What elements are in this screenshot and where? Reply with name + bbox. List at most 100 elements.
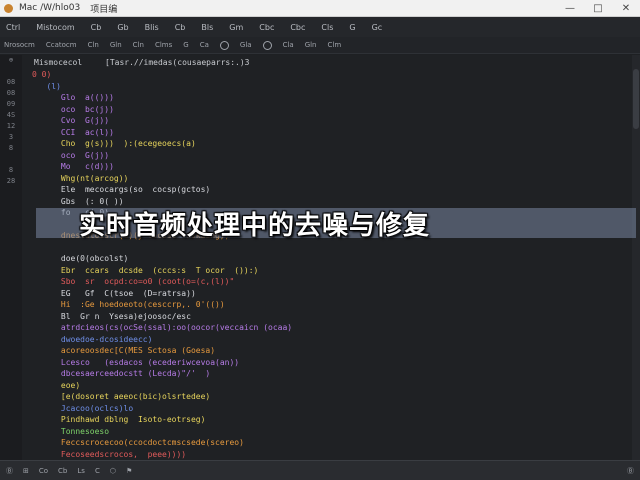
code-line[interactable]: eoe)	[32, 380, 292, 392]
status-item[interactable]: C	[95, 467, 100, 475]
code-line[interactable]: oco bc(j))	[32, 104, 292, 116]
line-number	[0, 209, 22, 220]
code-line[interactable]: EG Gf C(tsoe (D=ratrsa))	[32, 288, 292, 300]
minimize-button[interactable]: —	[556, 3, 584, 14]
code-body[interactable]: 0 0) (l) Glo a(())) oco bc(j)) Cvo G(j))…	[32, 69, 292, 460]
status-item[interactable]: Ⓑ	[6, 466, 13, 476]
line-number: 8	[8, 166, 14, 174]
close-button[interactable]: ✕	[612, 3, 640, 14]
toolbar-item[interactable]: Cln	[133, 41, 144, 49]
line-number: 12	[6, 122, 16, 130]
editor-header: Mismocecol [Tasr.//imedas(cousaeparrs:.)…	[34, 58, 250, 67]
line-number-gutter: ⊕ 08 08 09 4S 12 3 8 8 28	[0, 55, 23, 460]
status-item[interactable]: Ls	[77, 467, 85, 475]
line-number	[0, 308, 22, 319]
line-number	[0, 264, 22, 275]
menu-item[interactable]: G	[349, 23, 355, 32]
line-number	[0, 242, 22, 253]
menu-item[interactable]: Ctrl	[6, 23, 20, 32]
line-number: 09	[6, 100, 16, 108]
code-line[interactable]: Ebr ccars dcsde (cccs:s T ocor ()):)	[32, 265, 292, 277]
code-line[interactable]: Cho g(s))) ):(ecegeoecs(a)	[32, 138, 292, 150]
toolbar-item[interactable]: Clm	[328, 41, 342, 49]
code-line[interactable]: Ele mecocargs(so cocsp(gctos)	[32, 184, 292, 196]
status-item[interactable]: ⚑	[126, 467, 132, 475]
menu-item[interactable]: Cb	[91, 23, 102, 32]
menu-item[interactable]: Gb	[117, 23, 128, 32]
menu-item[interactable]: Gc	[372, 23, 383, 32]
refresh-icon[interactable]	[219, 40, 229, 50]
menu-item[interactable]: Cb	[175, 23, 186, 32]
line-number	[0, 275, 22, 286]
toolbar-item[interactable]: Cln	[88, 41, 99, 49]
line-number	[0, 363, 22, 374]
code-line[interactable]: Cvo G(j))	[32, 115, 292, 127]
line-number	[0, 352, 22, 363]
code-line[interactable]: Sbo sr ocpd:co=o0 (coot(o=(c,(l))"	[32, 276, 292, 288]
file-path: [Tasr.//imedas(cousaeparrs:.)3	[105, 58, 250, 67]
line-number	[0, 330, 22, 341]
code-line[interactable]: oco G(j))	[32, 150, 292, 162]
target-icon[interactable]	[262, 40, 272, 50]
code-line[interactable]: CCI ac(l))	[32, 127, 292, 139]
menu-item[interactable]: Gm	[229, 23, 243, 32]
code-line[interactable]: Fecoseedscrocos, peee))))	[32, 449, 292, 461]
menu-item[interactable]: Blis	[145, 23, 159, 32]
line-number	[0, 429, 22, 440]
menu-item[interactable]: Mistocom	[36, 23, 74, 32]
code-line[interactable]: 0 0)	[32, 69, 292, 81]
code-line[interactable]: dbcesaerceedocstt (Lecda)"/' )	[32, 368, 292, 380]
status-item[interactable]: ⊞	[23, 467, 29, 475]
code-line[interactable]: Pindhawd dblng Isoto-eotrseg)	[32, 414, 292, 426]
menu-bar: Ctrl Mistocom Cb Gb Blis Cb Bls Gm Cbc C…	[0, 17, 640, 37]
code-line[interactable]: Mo c(d)))	[32, 161, 292, 173]
menu-item[interactable]: Cls	[321, 23, 333, 32]
code-line[interactable]: [e(dosoret aeeoc(bic)olsrtedee)	[32, 391, 292, 403]
toolbar-item[interactable]: Gln	[110, 41, 122, 49]
toolbar-item[interactable]: Ca	[200, 41, 209, 49]
toolbar-item[interactable]: Gln	[305, 41, 317, 49]
scrollbar-thumb[interactable]	[633, 69, 639, 129]
menu-item[interactable]: Cbc	[290, 23, 305, 32]
vertical-scrollbar[interactable]	[632, 55, 640, 460]
status-bar: Ⓑ ⊞ Co Cb Ls C ⬡ ⚑ Ⓑ	[0, 460, 640, 480]
toolbar-item[interactable]: G	[183, 41, 188, 49]
code-line[interactable]: Feccscrocecoo(ccocdoctcmscsede(scereo)	[32, 437, 292, 449]
line-number	[0, 374, 22, 385]
line-number	[0, 319, 22, 330]
toolbar-item[interactable]: Cla	[283, 41, 294, 49]
menu-item[interactable]: Bls	[201, 23, 213, 32]
overlay-caption: 实时音频处理中的去噪与修复	[79, 211, 431, 241]
status-item[interactable]: ⬡	[110, 467, 116, 475]
toolbar-item[interactable]: Nrosocm	[4, 41, 35, 49]
code-editor[interactable]: Mismocecol [Tasr.//imedas(cousaeparrs:.)…	[22, 55, 632, 460]
window-tab[interactable]: 项目编	[90, 2, 117, 15]
toolbar-item[interactable]: Clms	[155, 41, 172, 49]
line-number: 08	[6, 89, 16, 97]
toolbar-item[interactable]: Gla	[240, 41, 252, 49]
code-line[interactable]: Bl Gr n Ysesa)ejoosoc/esc	[32, 311, 292, 323]
line-number	[0, 220, 22, 231]
code-line[interactable]: doe(0(obcolst)	[32, 253, 292, 265]
maximize-button[interactable]: □	[584, 3, 612, 14]
code-line[interactable]: Whg(nt(arcog))	[32, 173, 292, 185]
code-line[interactable]: Hi :Ge hoedoeoto(cesccrp,. 0'(())	[32, 299, 292, 311]
code-line[interactable]: dwoedoe-dcosideecc)	[32, 334, 292, 346]
code-line[interactable]: Lcesco (esdacos (ecederiwcevoa(an))	[32, 357, 292, 369]
code-line[interactable]: Tonnesoeso	[32, 426, 292, 438]
code-line[interactable]: acoreoosdec[C(MES Sctosa (Goesa)	[32, 345, 292, 357]
status-item-right[interactable]: Ⓑ	[627, 466, 634, 476]
code-line[interactable]	[32, 242, 292, 254]
line-number	[0, 154, 22, 165]
line-number: ⊕	[8, 56, 14, 64]
code-line[interactable]: (l)	[32, 81, 292, 93]
status-item[interactable]: Cb	[58, 467, 67, 475]
line-number	[0, 407, 22, 418]
code-line[interactable]: atrdcieos(cs(ocSe(ssal):oo(oocor(veccaic…	[32, 322, 292, 334]
code-line[interactable]: Jcacoo(oclcs)lo	[32, 403, 292, 415]
line-number	[0, 253, 22, 264]
menu-item[interactable]: Cbc	[259, 23, 274, 32]
toolbar-item[interactable]: Ccatocm	[46, 41, 77, 49]
code-line[interactable]: Glo a(()))	[32, 92, 292, 104]
status-item[interactable]: Co	[39, 467, 48, 475]
